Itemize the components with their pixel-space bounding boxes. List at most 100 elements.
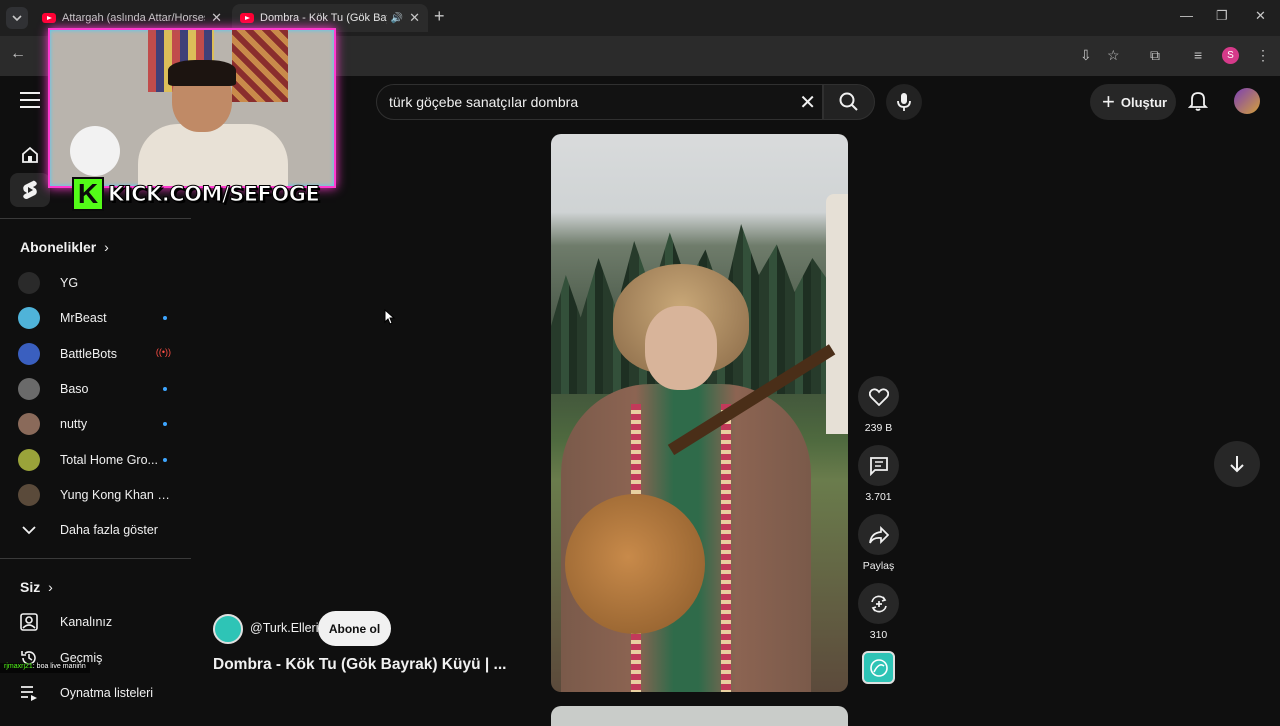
subscription-avatar [18, 307, 40, 330]
speaker-icon[interactable]: 🔊 [391, 13, 403, 24]
sidebar-item-playlists[interactable]: Oynatma listeleri [18, 678, 153, 708]
subscription-avatar [18, 448, 40, 471]
new-content-dot [163, 457, 167, 462]
close-icon[interactable]: ✕ [409, 10, 420, 26]
mouse-cursor-icon [384, 308, 396, 330]
chevron-right-icon: › [104, 239, 109, 255]
create-button[interactable]: + Oluştur [1090, 84, 1176, 120]
sidebar-subscription-item[interactable]: nutty [18, 409, 173, 439]
streamer-hair [168, 60, 236, 86]
chat-text: : boa live maninn [32, 663, 86, 670]
share-icon [868, 525, 889, 544]
create-label: Oluştur [1120, 94, 1168, 110]
install-app-icon[interactable]: ⇩ [1080, 47, 1092, 64]
search-input[interactable]: türk göçebe sanatçılar dombra ✕ [376, 84, 823, 120]
maximize-icon[interactable]: ❐ [1216, 8, 1228, 24]
kick-channel-badge: K KICK.COM/SEFOGE [72, 177, 320, 211]
search-query-text[interactable]: türk göçebe sanatçılar dombra [389, 94, 578, 110]
remix-button[interactable] [858, 583, 899, 624]
voice-search-button[interactable] [886, 84, 922, 120]
subscriptions-title[interactable]: Abonelikler › [20, 239, 109, 255]
subscription-name: YG [60, 276, 79, 290]
you-title-text: Siz [20, 579, 41, 595]
subscribe-button[interactable]: Abone ol [318, 611, 391, 646]
like-count: 239 B [864, 422, 893, 434]
sidebar-item-label: Oynatma listeleri [60, 686, 154, 700]
arrow-down-icon [1230, 456, 1244, 473]
sidebar-item-your-channel[interactable]: Kanalınız [18, 607, 112, 637]
streamer-webcam-overlay [48, 28, 336, 188]
subscription-avatar [18, 272, 40, 294]
comment-icon [869, 456, 888, 476]
back-arrow-icon[interactable]: ← [10, 45, 26, 63]
close-icon[interactable]: ✕ [211, 10, 222, 26]
shorts-video-player[interactable] [551, 134, 848, 692]
subscription-name: MrBeast [60, 311, 107, 326]
channel-avatar[interactable] [213, 614, 243, 644]
tab-title: Attargah (aslında Attar/Horses [62, 12, 206, 24]
home-icon[interactable] [20, 145, 40, 170]
new-tab-button[interactable]: + [434, 6, 445, 27]
more-menu-icon[interactable]: ⋮ [1256, 47, 1270, 64]
youtube-icon [42, 13, 56, 23]
you-section-title[interactable]: Siz › [20, 579, 53, 595]
plus-icon: + [1102, 89, 1115, 114]
microphone-icon [897, 93, 911, 111]
media-control-icon[interactable]: ≡ [1194, 47, 1202, 63]
sidebar-subscription-item[interactable]: Total Home Gro... [18, 445, 173, 475]
dombra-body [565, 494, 705, 634]
channel-handle[interactable]: @Turk.Elleri [250, 621, 318, 635]
browser-profile-avatar[interactable]: S [1222, 47, 1239, 64]
stream-chat-message: rjmaxrj21: boa live maninn [0, 663, 90, 673]
subscriptions-title-text: Abonelikler [20, 239, 97, 255]
notifications-bell-icon[interactable] [1187, 90, 1209, 117]
comments-button[interactable] [858, 445, 899, 486]
short-title[interactable]: Dombra - Kök Tu (Gök Bayrak) Küyü | ... [213, 656, 506, 674]
subscription-name: Yung Kong Khan - K... [60, 487, 170, 502]
sidebar-subscription-item[interactable]: MrBeast [18, 303, 173, 333]
show-more-label: Daha fazla göster [60, 523, 158, 537]
shorts-icon[interactable] [10, 173, 50, 207]
sidebar-subscription-item[interactable]: Yung Kong Khan - K... [18, 480, 173, 510]
wall-rug [232, 30, 288, 102]
playlists-icon [18, 685, 40, 701]
search-button[interactable] [823, 84, 875, 120]
robe-stripe [721, 404, 731, 692]
sidebar-subscription-item[interactable]: Baso [18, 374, 173, 404]
chevron-down-icon [18, 525, 40, 535]
next-short-preview[interactable] [551, 706, 848, 726]
share-button[interactable] [858, 514, 899, 555]
tab-title: Dombra - Kök Tu (Gök Bayrak [260, 12, 387, 24]
sidebar-divider [0, 558, 191, 559]
search-icon [839, 92, 858, 111]
subscription-avatar [18, 377, 40, 400]
chat-username: rjmaxrj21 [4, 663, 33, 670]
next-short-button[interactable] [1214, 441, 1260, 487]
chevron-right-icon: › [48, 579, 53, 595]
sidebar-subscription-item[interactable]: YG [18, 268, 173, 298]
channel-logo-icon [869, 658, 888, 677]
like-button[interactable] [858, 376, 899, 417]
bookmark-star-icon[interactable]: ☆ [1107, 47, 1120, 64]
sidebar-subscription-item[interactable]: BattleBots ((•)) [18, 339, 173, 369]
remix-count: 310 [869, 629, 888, 641]
video-performer-face [645, 306, 717, 390]
channel-thumbnail[interactable] [862, 651, 895, 684]
subscription-avatar [18, 413, 40, 436]
live-icon: ((•)) [155, 346, 171, 357]
sidebar-item-label: Kanalınız [60, 615, 113, 629]
window-close-icon[interactable]: ✕ [1255, 8, 1266, 24]
teddy-bear [70, 126, 120, 176]
subscription-name: Baso [60, 381, 89, 396]
minimize-icon[interactable]: — [1180, 8, 1193, 23]
tab-list-button[interactable] [6, 7, 28, 29]
account-avatar[interactable] [1234, 88, 1260, 114]
clear-search-icon[interactable]: ✕ [799, 90, 816, 115]
show-more-button[interactable]: Daha fazla göster [18, 515, 158, 545]
kick-url-text: KICK.COM/SEFOGE [107, 182, 320, 207]
extensions-icon[interactable]: ⧉ [1150, 47, 1160, 64]
comment-count: 3.701 [865, 491, 892, 503]
hamburger-menu-icon[interactable] [20, 92, 40, 110]
subscription-name: BattleBots [60, 346, 117, 361]
video-yurt [826, 194, 848, 434]
